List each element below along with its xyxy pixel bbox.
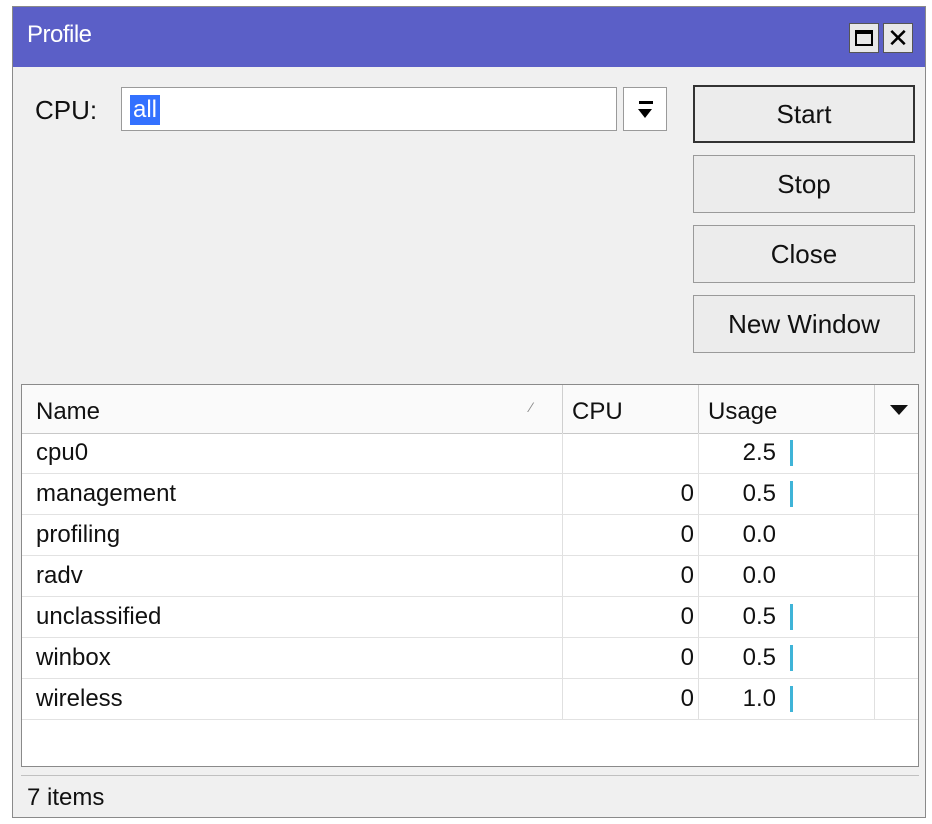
- table-row[interactable]: wireless 0 1.0: [22, 679, 918, 720]
- cell-usage: 0.5: [742, 603, 776, 630]
- window-title: Profile: [27, 21, 92, 48]
- table-row[interactable]: profiling 0 0.0: [22, 515, 918, 556]
- cell-name: winbox: [36, 644, 111, 671]
- usage-bar: [790, 481, 793, 507]
- cell-name: management: [36, 480, 177, 507]
- table-row[interactable]: cpu0 2.5: [22, 433, 918, 474]
- start-button[interactable]: Start: [693, 85, 915, 143]
- stop-button[interactable]: Stop: [693, 155, 915, 213]
- close-icon: ✕: [887, 23, 909, 53]
- profile-table: Name ⁄ CPU Usage cpu0 2.5 management 0 0…: [21, 384, 919, 767]
- chevron-down-icon: [638, 108, 652, 118]
- usage-bar: [790, 604, 793, 630]
- status-bar: 7 items: [21, 775, 919, 816]
- table-row[interactable]: winbox 0 0.5: [22, 638, 918, 679]
- cell-cpu: 0: [680, 521, 694, 548]
- table-header: Name ⁄ CPU Usage: [22, 385, 918, 434]
- cell-usage: 2.5: [742, 439, 776, 466]
- usage-bar: [790, 645, 793, 671]
- cell-cpu: 0: [680, 480, 694, 507]
- column-header-cpu[interactable]: CPU: [572, 385, 623, 433]
- cpu-dropdown-button[interactable]: [623, 87, 667, 131]
- cell-cpu: 0: [680, 603, 694, 630]
- cell-name: wireless: [36, 685, 123, 712]
- cpu-select-value: all: [130, 95, 161, 125]
- maximize-button[interactable]: [849, 23, 879, 53]
- cell-cpu: 0: [680, 685, 694, 712]
- column-header-usage[interactable]: Usage: [708, 385, 777, 433]
- cell-usage: 1.0: [742, 685, 776, 712]
- cell-name: radv: [36, 562, 83, 589]
- profile-window: Profile ✕ CPU: all Start Stop Close New …: [12, 6, 926, 818]
- cpu-label: CPU:: [35, 95, 98, 125]
- items-count: 7 items: [27, 784, 105, 811]
- column-menu-icon[interactable]: [890, 405, 908, 415]
- sort-indicator-icon: ⁄: [530, 399, 533, 415]
- column-divider[interactable]: [874, 385, 875, 433]
- cell-usage: 0.0: [742, 562, 776, 589]
- cell-usage: 0.5: [742, 644, 776, 671]
- cell-name: unclassified: [36, 603, 162, 630]
- table-row[interactable]: management 0 0.5: [22, 474, 918, 515]
- title-bar[interactable]: Profile ✕: [13, 7, 925, 67]
- new-window-button[interactable]: New Window: [693, 295, 915, 353]
- cell-name: profiling: [36, 521, 121, 548]
- column-header-name[interactable]: Name: [36, 385, 100, 433]
- table-row[interactable]: radv 0 0.0: [22, 556, 918, 597]
- cell-cpu: 0: [680, 644, 694, 671]
- cell-name: cpu0: [36, 439, 89, 466]
- cell-usage: 0.5: [742, 480, 776, 507]
- usage-bar: [790, 686, 793, 712]
- dropdown-bar-icon: [639, 101, 653, 104]
- column-divider[interactable]: [698, 385, 699, 433]
- cell-usage: 0.0: [742, 521, 776, 548]
- table-body: cpu0 2.5 management 0 0.5 profiling 0 0.…: [22, 433, 918, 720]
- table-row[interactable]: unclassified 0 0.5: [22, 597, 918, 638]
- close-window-button[interactable]: ✕: [883, 23, 913, 53]
- usage-bar: [790, 440, 793, 466]
- column-divider[interactable]: [562, 385, 563, 433]
- close-button[interactable]: Close: [693, 225, 915, 283]
- cpu-select[interactable]: all: [121, 87, 617, 131]
- maximize-icon: [855, 30, 873, 46]
- cell-cpu: 0: [680, 562, 694, 589]
